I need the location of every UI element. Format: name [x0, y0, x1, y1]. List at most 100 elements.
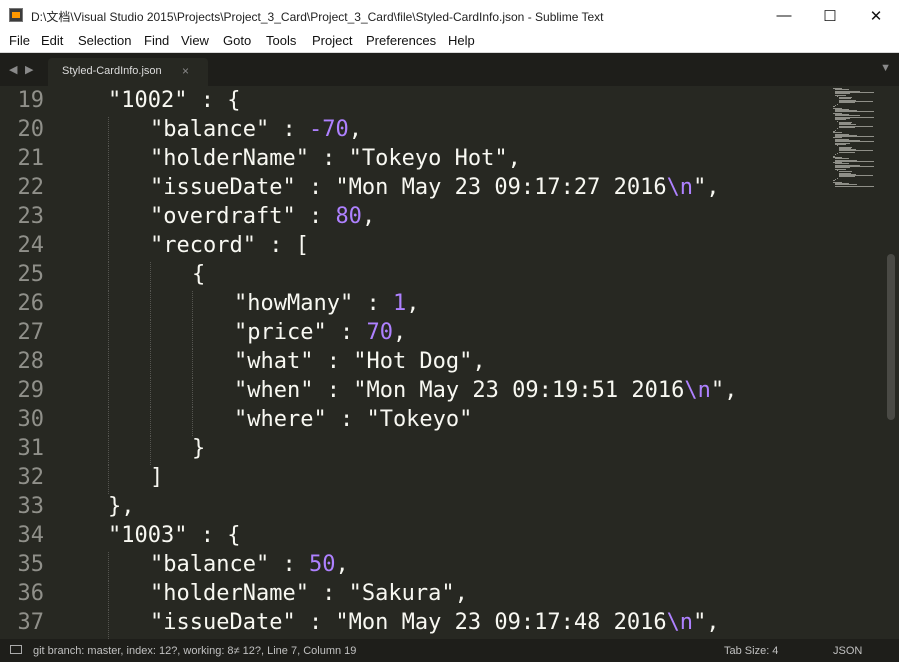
indent-guide [150, 291, 151, 320]
line-number: 19 [17, 88, 45, 113]
minimap[interactable] [829, 86, 884, 639]
code-line[interactable]: 23 "overdraft" : 80, [0, 204, 829, 233]
code-text: "balance" : 50, [150, 552, 349, 577]
code-line[interactable]: 31} [0, 436, 829, 465]
indent-guide [150, 262, 151, 291]
code-token: , [406, 291, 420, 316]
code-line[interactable]: 21 "holderName" : "Tokeyo Hot", [0, 146, 829, 175]
vertical-scrollbar[interactable] [884, 86, 899, 639]
tab-styled-cardinfo[interactable]: Styled-CardInfo.json × [48, 58, 208, 86]
code-line[interactable]: 36 "holderName" : "Sakura", [0, 581, 829, 610]
menu-project[interactable]: Project [312, 33, 352, 48]
minimap-line [837, 153, 838, 154]
code-line[interactable]: 25 { [0, 262, 829, 291]
line-number: 30 [17, 407, 45, 432]
line-number: 35 [17, 552, 45, 577]
code-token: "when" : "Mon May 23 09:19:51 2016 [234, 378, 685, 403]
code-line[interactable]: 35 "balance" : 50, [0, 552, 829, 581]
code-token: , [348, 117, 362, 142]
code-token: "howMany" : [234, 291, 393, 316]
tab-back-arrow-icon[interactable]: ◀ [9, 63, 17, 76]
indent-guide [108, 465, 109, 494]
scrollbar-thumb[interactable] [887, 254, 895, 420]
tab-close-icon[interactable]: × [182, 64, 189, 78]
indent-guide [108, 407, 109, 436]
title-bar: D:\文档\Visual Studio 2015\Projects\Projec… [0, 0, 899, 31]
menu-tools[interactable]: Tools [266, 33, 296, 48]
code-line[interactable]: 28 "what" : "Hot Dog", [0, 349, 829, 378]
code-line[interactable]: 32] [0, 465, 829, 494]
menu-goto[interactable]: Goto [223, 33, 251, 48]
minimap-line [837, 103, 838, 105]
menu-file[interactable]: File [9, 33, 30, 48]
minimap-line [839, 151, 856, 153]
indent-guide [108, 233, 109, 262]
line-number: 34 [17, 523, 45, 548]
line-number: 36 [17, 581, 45, 606]
code-text: "balance" : -70, [150, 117, 362, 142]
menu-edit[interactable]: Edit [41, 33, 63, 48]
indent-guide [150, 378, 151, 407]
code-token: , [361, 204, 376, 229]
line-number: 31 [17, 436, 45, 461]
code-line[interactable]: 19 "1002" : { [0, 88, 829, 117]
code-token: "holderName" : "Sakura", [150, 581, 468, 606]
number-token: 70 [366, 320, 393, 345]
code-line[interactable]: 33}, [0, 494, 829, 523]
code-text: { [192, 262, 205, 287]
code-line[interactable]: 37 "issueDate" : "Mon May 23 09:17:48 201… [0, 610, 829, 639]
code-line[interactable]: 27 "price" : 70, [0, 320, 829, 349]
code-token: "what" : "Hot Dog", [234, 349, 486, 374]
code-line[interactable]: 22 "issueDate" : "Mon May 23 09:17:27 201… [0, 175, 829, 204]
code-token: "balance" : [150, 117, 309, 142]
code-editor[interactable]: 19 "1002" : {20 "balance" : -70, 21 "holderN… [0, 86, 829, 639]
tab-forward-arrow-icon[interactable]: ▶ [25, 63, 33, 76]
escape-token: \n [666, 610, 694, 635]
code-text: "1002" : { [108, 88, 240, 113]
line-number: 21 [17, 146, 45, 171]
code-token: "where" : "Tokeyo" [234, 407, 473, 432]
line-number: 24 [17, 233, 45, 258]
minimap-line [837, 95, 838, 97]
code-line[interactable]: 29 "when" : "Mon May 23 09:19:51 2016\n", [0, 378, 829, 407]
code-token: }, [108, 494, 135, 519]
code-line[interactable]: 34 "1003" : { [0, 523, 829, 552]
escape-token: \n [666, 175, 694, 200]
status-syntax[interactable]: JSON [833, 645, 862, 657]
minimap-line [839, 127, 856, 128]
code-line[interactable]: 26 "howMany" : 1, [0, 291, 829, 320]
code-token: "balance" : [150, 552, 309, 577]
minimap-line [835, 129, 836, 131]
code-token: } [192, 436, 206, 461]
indent-guide [108, 117, 109, 146]
menu-preferences[interactable]: Preferences [366, 33, 436, 48]
indent-guide [108, 291, 109, 320]
code-text: "price" : 70, [234, 320, 406, 345]
menu-help[interactable]: Help [448, 33, 475, 48]
indent-guide [150, 349, 151, 378]
indent-guide [192, 378, 193, 407]
minimap-line [837, 120, 838, 122]
tab-list-menu-icon[interactable]: ▼ [880, 62, 891, 74]
code-token: ", [693, 175, 720, 200]
minimize-button[interactable]: — [761, 0, 807, 31]
menu-selection[interactable]: Selection [78, 33, 131, 48]
code-token: { [192, 262, 206, 287]
code-text: }, [108, 494, 135, 519]
maximize-button[interactable]: ☐ [807, 0, 853, 31]
close-window-button[interactable]: ✕ [853, 0, 899, 31]
menu-find[interactable]: Find [144, 33, 169, 48]
code-line[interactable]: 20 "balance" : -70, [0, 117, 829, 146]
number-token: 1 [392, 291, 407, 316]
code-token: ", [710, 378, 738, 403]
line-number: 29 [17, 378, 45, 403]
code-text: "issueDate" : "Mon May 23 09:17:27 2016\… [150, 175, 720, 200]
code-line[interactable]: 30 "where" : "Tokeyo" [0, 407, 829, 436]
code-line[interactable]: 24 "record" : [ [0, 233, 829, 262]
code-text: "when" : "Mon May 23 09:19:51 2016\n", [234, 378, 737, 403]
status-tab-size[interactable]: Tab Size: 4 [724, 645, 778, 657]
menu-view[interactable]: View [181, 33, 209, 48]
panel-toggle-icon[interactable] [10, 645, 22, 654]
code-token: "price" : [234, 320, 367, 345]
indent-guide [108, 262, 109, 291]
